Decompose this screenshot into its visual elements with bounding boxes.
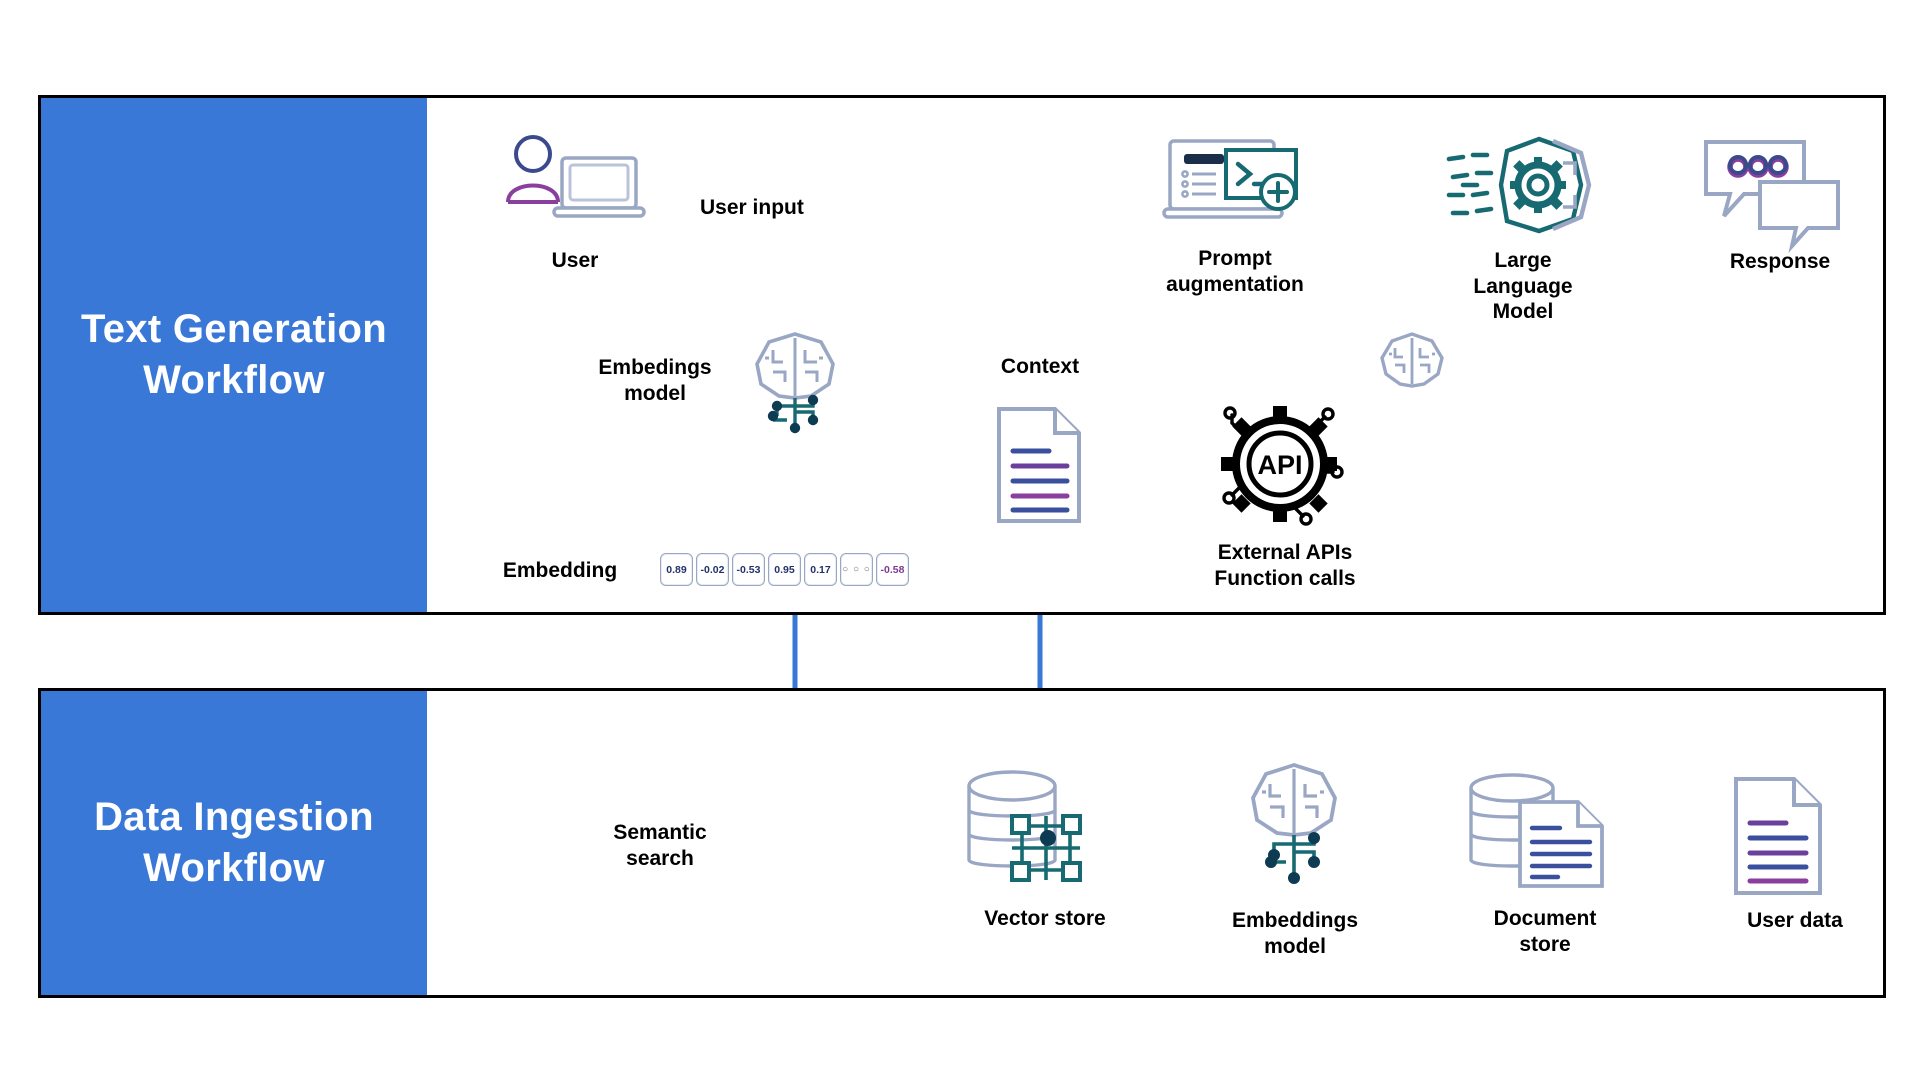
band-label-data-ingestion: Data Ingestion Workflow [94,794,374,890]
caption-large-language-model: Large Language Model [1473,249,1573,324]
hexagon-brain-gear-icon [1446,136,1592,234]
caption-external-apis: External APIs Function calls [1214,541,1356,590]
node-embeddings-model-bottom [1238,760,1350,890]
laptop-terminal-plus-icon [1162,139,1298,219]
diagram-canvas: Text Generation Workflow Data Ingestion … [0,0,1920,1080]
node-external-apis: API [1215,400,1345,530]
caption-response: Response [1729,250,1831,273]
embedding-cell: 0.89 [660,553,693,586]
node-response [1700,136,1844,254]
embedding-vector-icon: 0.89 -0.02 -0.53 0.95 0.17 ○ ○ ○ -0.58 [660,553,909,586]
node-large-language-model [1443,133,1603,237]
node-user [500,132,650,222]
embedding-cell: 0.95 [768,553,801,586]
caption-vector-store: Vector store [984,907,1106,930]
embedding-cell: 0.17 [804,553,837,586]
database-document-icon [1469,773,1604,888]
user-laptop-icon [506,135,646,218]
embedding-cell: -0.58 [876,553,909,586]
label-user-input: User input [700,196,804,219]
chat-bubbles-icon [1704,140,1840,254]
band-text-generation: Text Generation Workflow [41,98,427,612]
node-embeddings-model-top [743,328,847,434]
band-label-text-generation: Text Generation Workflow [80,306,388,402]
node-document-store [1462,772,1612,890]
caption-user-data: User data [1747,909,1843,932]
node-brain-relay [1372,330,1452,410]
embedding-ellipsis-cell: ○ ○ ○ [840,553,873,586]
node-prompt-augmentation [1160,136,1310,228]
caption-embeddings-model-bottom: Embeddings model [1231,909,1358,958]
embedding-cell: -0.02 [696,553,729,586]
node-vector-store [960,768,1110,888]
caption-user: User [551,249,599,272]
band-data-ingestion: Data Ingestion Workflow [41,691,427,995]
document-icon [997,407,1081,523]
caption-embedding: Embedding [502,559,618,582]
api-gear-icon: API [1221,406,1344,526]
node-context [993,405,1085,525]
node-user-data [1730,775,1826,897]
brain-circuit-icon [755,332,835,434]
brain-circuit-icon [1251,763,1337,884]
caption-prompt-augmentation: Prompt augmentation [1166,247,1304,296]
caption-context: Context [1000,355,1080,378]
embedding-cell: -0.53 [732,553,765,586]
caption-document-store: Document store [1493,907,1597,956]
label-semantic-search: Semantic search [613,821,707,870]
document-icon [1734,777,1822,895]
panel-text-generation: Text Generation Workflow [38,95,1886,615]
brain-icon [1380,332,1444,388]
svg-text:API: API [1257,450,1302,480]
caption-embeddings-model-top: Embedings model [598,356,712,405]
database-grid-icon [967,770,1082,882]
